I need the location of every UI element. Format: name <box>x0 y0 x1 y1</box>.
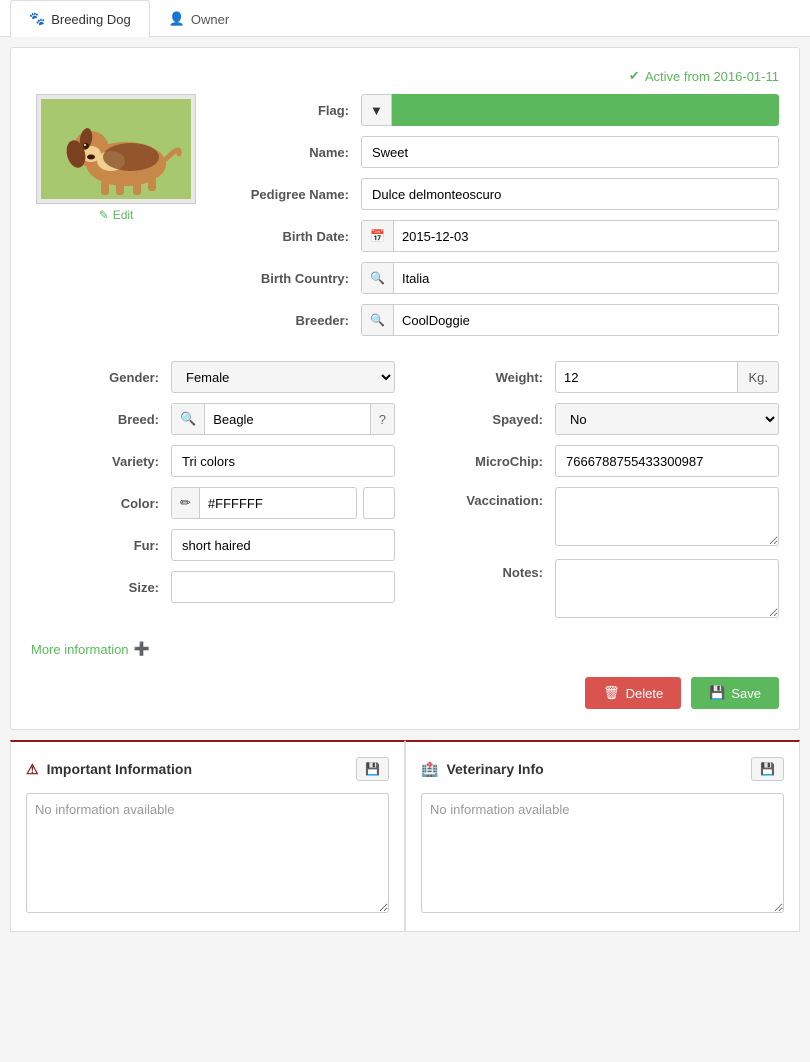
breeder-input[interactable] <box>394 304 778 336</box>
microchip-label: MicroChip: <box>415 454 555 469</box>
color-label: Color: <box>31 496 171 511</box>
name-input[interactable] <box>361 136 779 168</box>
spayed-label: Spayed: <box>415 412 555 427</box>
weight-input[interactable] <box>556 361 737 393</box>
warning-icon: ⚠ <box>26 761 39 778</box>
breeder-label: Breeder: <box>221 313 361 328</box>
pedigree-name-input[interactable] <box>361 178 779 210</box>
size-label: Size: <box>31 580 171 595</box>
birth-country-input[interactable] <box>394 262 778 294</box>
variety-input[interactable] <box>171 445 395 477</box>
notes-textarea[interactable] <box>555 559 779 618</box>
important-info-title: ⚠ Important Information <box>26 761 192 778</box>
vet-save-btn[interactable]: 💾 <box>751 757 784 781</box>
tab-bar: 🐾 Breeding Dog 👤 Owner <box>0 0 810 37</box>
birth-date-label: Birth Date: <box>221 229 361 244</box>
size-input[interactable] <box>171 571 395 603</box>
variety-label: Variety: <box>31 454 171 469</box>
search-country-icon[interactable]: 🔍 <box>362 263 394 293</box>
flag-label: Flag: <box>221 103 361 118</box>
edit-link[interactable]: ✎ Edit <box>99 208 134 222</box>
fur-input[interactable] <box>171 529 395 561</box>
dog-image <box>36 94 196 204</box>
color-swatch[interactable] <box>363 487 395 519</box>
birth-date-input[interactable] <box>394 220 778 252</box>
veterinary-info-title: 🏥 Veterinary Info <box>421 761 544 778</box>
delete-label: Delete <box>626 686 664 701</box>
search-breed-icon[interactable]: 🔍 <box>172 404 205 434</box>
search-breeder-icon[interactable]: 🔍 <box>362 305 394 335</box>
gender-select[interactable]: Female Male <box>171 361 395 393</box>
name-label: Name: <box>221 145 361 160</box>
spayed-select[interactable]: No Yes <box>555 403 779 435</box>
edit-label: Edit <box>113 208 134 222</box>
more-info-label: More information <box>31 642 129 657</box>
dog-image-col: ✎ Edit <box>31 94 201 346</box>
active-status: ✔ Active from 2016-01-11 <box>31 68 779 84</box>
edit-icon: ✎ <box>99 208 109 222</box>
left-col: Gender: Female Male Breed: 🔍 ? <box>31 361 395 631</box>
veterinary-info-label: Veterinary Info <box>446 761 543 777</box>
more-info-link[interactable]: More information ➕ <box>31 641 779 657</box>
notes-label: Notes: <box>415 559 555 580</box>
important-info-label: Important Information <box>47 761 192 777</box>
microchip-input[interactable] <box>555 445 779 477</box>
right-col: Weight: Kg. Spayed: No Yes <box>415 361 779 631</box>
vet-icon: 🏥 <box>421 761 438 778</box>
weight-label: Weight: <box>415 370 555 385</box>
tab-breeding-dog[interactable]: 🐾 Breeding Dog <box>10 0 150 37</box>
fields-col: Flag: ▼ Name: Pedigr <box>221 94 779 346</box>
breed-label: Breed: <box>31 412 171 427</box>
breed-help-icon[interactable]: ? <box>370 404 394 434</box>
color-edit-icon[interactable]: ✏ <box>172 488 200 518</box>
breeding-dog-icon: 🐾 <box>29 11 45 27</box>
vet-save-icon: 💾 <box>760 762 775 776</box>
delete-button[interactable]: 🗑 Delete <box>585 677 681 709</box>
active-status-label: Active from 2016-01-11 <box>645 69 779 84</box>
plus-icon: ➕ <box>134 641 150 657</box>
tab-breeding-dog-label: Breeding Dog <box>51 12 131 27</box>
calendar-icon[interactable]: 📅 <box>362 221 394 251</box>
vaccination-textarea[interactable] <box>555 487 779 546</box>
veterinary-info-panel: 🏥 Veterinary Info 💾 No information avail… <box>405 740 800 932</box>
important-info-textarea[interactable]: No information available <box>26 793 389 913</box>
save-label: Save <box>731 686 761 701</box>
main-card: ✔ Active from 2016-01-11 <box>10 47 800 730</box>
owner-tab-icon: 👤 <box>169 11 185 27</box>
save-button[interactable]: 💾 Save <box>691 677 779 709</box>
fur-label: Fur: <box>31 538 171 553</box>
weight-unit-label: Kg. <box>737 362 778 392</box>
action-buttons: 🗑 Delete 💾 Save <box>31 677 779 709</box>
bottom-panels: ⚠ Important Information 💾 No information… <box>10 740 800 932</box>
pedigree-name-label: Pedigree Name: <box>221 187 361 202</box>
chevron-down-icon: ▼ <box>370 103 383 118</box>
gender-label: Gender: <box>31 370 171 385</box>
save-icon: 💾 <box>709 685 725 701</box>
trash-icon: 🗑 <box>603 685 620 701</box>
veterinary-info-textarea[interactable]: No information available <box>421 793 784 913</box>
vaccination-label: Vaccination: <box>415 487 555 508</box>
check-icon: ✔ <box>629 68 640 84</box>
important-save-icon: 💾 <box>365 762 380 776</box>
birth-country-label: Birth Country: <box>221 271 361 286</box>
important-save-btn[interactable]: 💾 <box>356 757 389 781</box>
important-info-panel: ⚠ Important Information 💾 No information… <box>10 740 405 932</box>
breed-input[interactable] <box>205 403 370 435</box>
tab-owner-label: Owner <box>191 12 229 27</box>
flag-bar <box>392 94 779 126</box>
color-hex-input[interactable] <box>200 487 356 519</box>
flag-dropdown[interactable]: ▼ <box>361 94 392 126</box>
tab-owner[interactable]: 👤 Owner <box>150 0 248 37</box>
